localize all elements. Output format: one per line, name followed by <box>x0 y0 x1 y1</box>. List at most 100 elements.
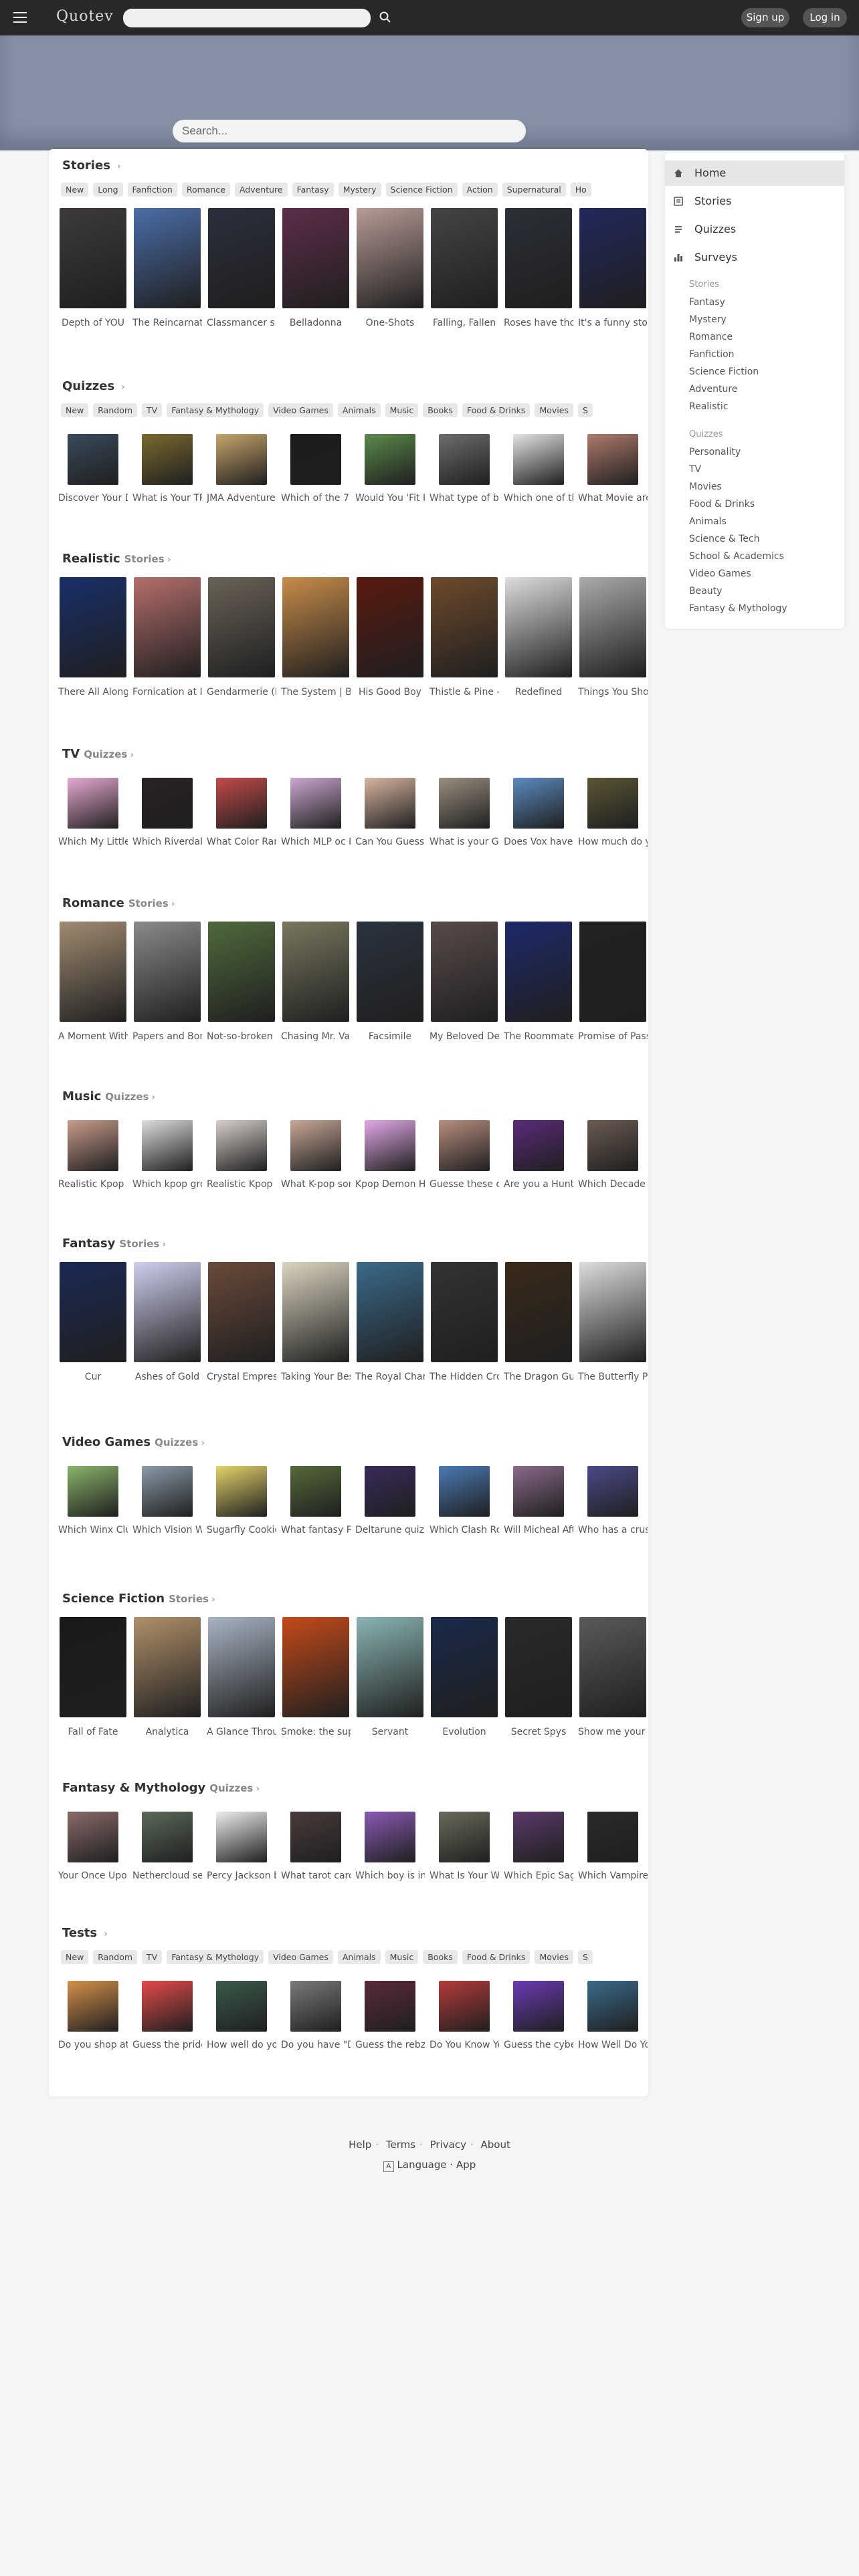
story-card[interactable]: Roses have thorns: A tale of light <box>504 208 573 352</box>
card-title[interactable]: The Royal Charm Academy <box>355 1372 425 1406</box>
card-title[interactable]: Facsimile <box>355 1031 425 1066</box>
filter-chip[interactable]: Books <box>423 403 458 417</box>
story-card[interactable]: Cur <box>58 1262 128 1406</box>
sidebar-quiz-category[interactable]: Science & Tech <box>689 534 759 544</box>
quiz-thumbnail[interactable] <box>290 1812 341 1862</box>
card-title[interactable]: Smoke: the superhuman <box>281 1727 351 1761</box>
card-title[interactable]: JMA Adventures Pt. 4 <box>207 493 276 538</box>
story-cover[interactable] <box>134 208 201 308</box>
card-title[interactable]: Do You Know Your Horror Movie <box>430 2040 499 2085</box>
sidebar-quiz-category[interactable]: Animals <box>689 516 727 527</box>
card-title[interactable]: How well do you know The <box>207 2040 276 2085</box>
card-title[interactable]: Which Decade Do You Belong <box>578 1179 648 1224</box>
card-title[interactable]: Realistic Kpop Idol Sim Pt. 2 - <box>58 1179 128 1224</box>
story-cover[interactable] <box>579 922 646 1022</box>
story-card[interactable]: Fall of Fate <box>58 1617 128 1761</box>
quiz-thumbnail[interactable] <box>290 1981 341 2032</box>
sidebar-quiz-category[interactable]: TV <box>689 464 701 475</box>
quiz-thumbnail[interactable] <box>68 778 118 829</box>
sidebar-nav-home[interactable]: Home <box>665 160 844 186</box>
quiz-card[interactable]: How well do you know The <box>207 1975 276 2085</box>
section-title[interactable]: Science Fiction Stories › <box>62 1592 215 1606</box>
quiz-thumbnail[interactable] <box>216 778 267 829</box>
quiz-thumbnail[interactable] <box>216 1981 267 2032</box>
card-title[interactable]: Falling, Fallen <box>430 318 499 352</box>
story-card[interactable]: There All Along <box>58 577 128 722</box>
story-card[interactable]: Falling, Fallen <box>430 208 499 352</box>
story-card[interactable]: The Butterfly Prince <box>578 1262 648 1406</box>
filter-chip[interactable]: Random <box>93 403 138 417</box>
card-title[interactable]: Nethercloud series - quiz 1 (houses) <box>132 1870 202 1916</box>
quiz-thumbnail[interactable] <box>587 778 638 829</box>
filter-chip[interactable]: Fantasy <box>292 183 334 197</box>
story-cover[interactable] <box>579 208 646 308</box>
quiz-card[interactable]: Deltarune quiz (WITH CHAPTER'S 3 <box>355 1461 425 1570</box>
card-title[interactable]: Which Vampire is your <box>578 1870 648 1916</box>
section-title[interactable]: Stories › <box>62 158 121 173</box>
sidebar-story-category[interactable]: Science Fiction <box>689 366 759 377</box>
card-title[interactable]: How much do you know about The <box>578 837 648 882</box>
quiz-thumbnail[interactable] <box>513 1466 564 1517</box>
story-cover[interactable] <box>505 1262 572 1362</box>
card-title[interactable]: Not-so-broken girl <box>207 1031 276 1066</box>
language-link[interactable]: Language <box>397 2159 447 2171</box>
filter-chip[interactable]: Mystery <box>338 183 381 197</box>
quiz-thumbnail[interactable] <box>439 1812 490 1862</box>
story-card[interactable]: Fornication at It's Finest <box>132 577 202 722</box>
sidebar-quiz-category[interactable]: Fantasy & Mythology <box>689 603 787 614</box>
quiz-thumbnail[interactable] <box>68 434 118 485</box>
quiz-card[interactable]: Guess the rebzyyx song by the cover <box>355 1975 425 2085</box>
story-cover[interactable] <box>282 1262 349 1362</box>
story-card[interactable]: Smoke: the superhuman <box>281 1617 351 1761</box>
card-title[interactable]: Fall of Fate <box>58 1727 128 1761</box>
quiz-thumbnail[interactable] <box>587 434 638 485</box>
story-card[interactable]: Promise of Passion <box>578 922 648 1066</box>
story-cover[interactable] <box>579 1262 646 1362</box>
story-card[interactable]: My Beloved Demon King <box>430 922 499 1066</box>
story-cover[interactable] <box>505 922 572 1022</box>
filter-chip[interactable]: New <box>61 403 89 417</box>
story-cover[interactable] <box>282 922 349 1022</box>
section-title[interactable]: Tests › <box>62 1926 108 1940</box>
filter-chip[interactable]: S <box>577 403 593 417</box>
card-title[interactable]: A Glance Through Glass <box>207 1727 276 1761</box>
filter-chip[interactable]: TV <box>142 403 163 417</box>
story-card[interactable]: Belladonna <box>281 208 351 352</box>
quiz-card[interactable]: Realistic Kpop Idol Sim Pt. 2 - <box>58 1115 128 1224</box>
quiz-thumbnail[interactable] <box>587 1466 638 1517</box>
card-title[interactable]: A Moment With You <box>58 1031 128 1066</box>
quiz-card[interactable]: Kpop Demon Hunters Life <box>355 1115 425 1224</box>
story-cover[interactable] <box>505 577 572 677</box>
quiz-thumbnail[interactable] <box>290 1466 341 1517</box>
sidebar-nav-surveys[interactable]: Surveys <box>665 245 844 270</box>
card-title[interactable]: What fantasy RPG class suits you? <box>281 1525 351 1570</box>
quiz-card[interactable]: Which Decade Do You Belong <box>578 1115 648 1224</box>
card-title[interactable]: Classmancer s 3 - A MOBA Esport Story <box>207 318 276 352</box>
quiz-card[interactable]: What Is Your Weapon <box>430 1806 499 1916</box>
card-title[interactable]: Which boy is in love with you <box>355 1870 425 1916</box>
quiz-thumbnail[interactable] <box>68 1120 118 1171</box>
filter-chip[interactable]: Ho <box>570 183 591 197</box>
story-cover[interactable] <box>505 1617 572 1717</box>
sidebar-quiz-category[interactable]: Video Games <box>689 568 751 579</box>
quiz-thumbnail[interactable] <box>513 1120 564 1171</box>
card-title[interactable]: Deltarune quiz (WITH CHAPTER'S 3 <box>355 1525 425 1570</box>
quiz-card[interactable]: Which Riverdale Girl are you? <box>132 772 202 882</box>
story-cover[interactable] <box>134 577 201 677</box>
section-title[interactable]: Quizzes › <box>62 379 125 393</box>
quiz-thumbnail[interactable] <box>216 1812 267 1862</box>
filter-chip[interactable]: Animals <box>337 403 381 417</box>
login-button[interactable]: Log in <box>803 8 847 27</box>
story-cover[interactable] <box>357 1262 423 1362</box>
card-title[interactable]: The System | BxB | <box>281 687 351 722</box>
quiz-thumbnail[interactable] <box>290 1120 341 1171</box>
card-title[interactable]: Secret Spys <box>504 1727 573 1761</box>
story-card[interactable]: The Reincarnated Vessel <box>132 208 202 352</box>
story-card[interactable]: Gendarmerie (Revamp) <box>207 577 276 722</box>
quiz-card[interactable]: Do You Know Your Horror Movie <box>430 1975 499 2085</box>
filter-chip[interactable]: Long <box>93 183 123 197</box>
card-title[interactable]: Does Vox have a crush on you? <box>504 837 573 882</box>
quiz-thumbnail[interactable] <box>216 1120 267 1171</box>
story-cover[interactable] <box>60 208 126 308</box>
quiz-thumbnail[interactable] <box>68 1812 118 1862</box>
